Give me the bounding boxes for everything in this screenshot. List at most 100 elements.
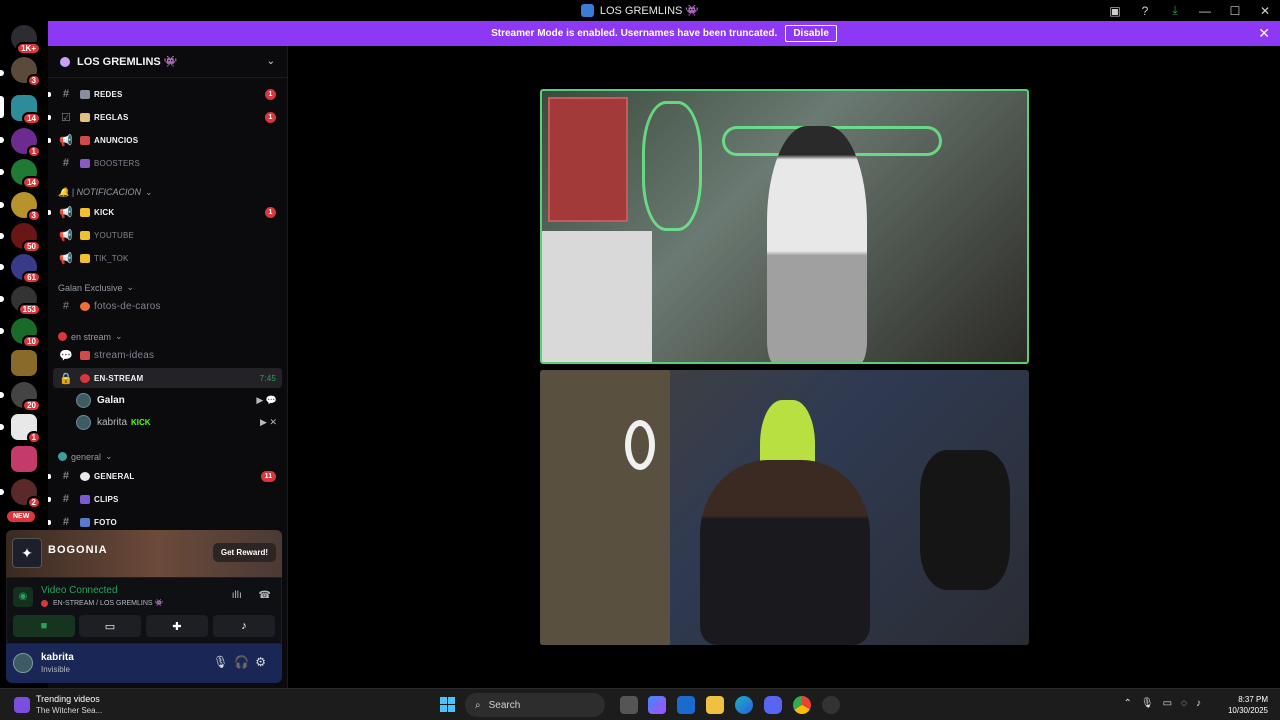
home-server-icon[interactable]: 1K+ [11,25,41,55]
help-icon[interactable]: ? [1130,4,1160,18]
category-general[interactable]: general ⌄ [58,451,113,462]
server-icon[interactable] [11,350,37,376]
channel-item[interactable]: # CLIPS [48,489,282,509]
category-galan-exclusive[interactable]: Galan Exclusive ⌄ [58,282,134,293]
channel-item[interactable]: 💬 stream-ideas [53,345,282,365]
edge-icon[interactable] [735,696,753,714]
video-tile[interactable] [540,370,1029,645]
maximize-button[interactable]: ☐ [1220,4,1250,18]
server-icon[interactable]: 14 [11,159,41,189]
volume-icon[interactable]: ♪ [1196,698,1210,709]
voice-user[interactable]: Galan ▶ 💬 [76,390,281,410]
voice-connection-panel: ◉ Video Connected EN-STREAM / LOS GREMLI… [6,577,282,644]
channel-name: REDES [94,89,123,99]
voice-location[interactable]: EN-STREAM / LOS GREMLINS 👾 [41,599,163,607]
category-notificacion[interactable]: 🔔 | NOTIFICACION ⌄ [58,187,153,198]
channel-item[interactable]: 📢 YOUTUBE [53,225,282,245]
voice-user[interactable]: kabrita KICK ▶ ✕ [76,412,281,432]
disconnect-icon[interactable]: ☎ [259,590,271,601]
server-icon[interactable]: 2 [11,479,41,509]
avatar[interactable] [13,653,33,673]
channel-item[interactable]: ☑ REGLAS 1 [48,107,282,127]
minimize-button[interactable]: — [1190,4,1220,18]
mention-badge: 1 [265,111,276,123]
clock[interactable]: 8:37 PM 10/30/2025 [1228,694,1268,716]
chair-decoration [920,450,1010,590]
banner-close-icon[interactable]: ✕ [1258,25,1270,42]
headphones-icon[interactable]: 🎧 [234,655,255,669]
channel-item[interactable]: # GENERAL 11 [48,466,282,486]
guild-header[interactable]: LOS GREMLINS 👾 ⌄ [48,46,287,78]
server-icon[interactable]: 10 [11,318,41,348]
promo-card: ✦ BOGONIA Get Reward! [6,530,282,577]
channel-emoji-icon [80,301,90,311]
channel-item[interactable]: 📢 KICK 1 [48,202,282,222]
door-decoration [540,370,670,645]
microphone-icon[interactable]: 🎙 [213,655,234,669]
server-icon[interactable]: 3 [11,192,41,222]
voice-channel-active[interactable]: 🔒 EN-STREAM 7:45 [53,368,282,388]
unread-indicator [48,91,51,97]
mail-icon[interactable] [677,696,695,714]
get-reward-button[interactable]: Get Reward! [212,543,276,562]
camera-icon: ■ [40,620,48,632]
microphone-icon[interactable]: 🎙 [1141,698,1163,709]
signal-icon[interactable]: ◉ [13,587,33,607]
widgets-icon [14,697,30,713]
server-icon[interactable]: 20 [11,382,41,412]
video-icon: ▶ ✕ [260,416,277,427]
hash-icon: # [62,157,70,169]
task-view-icon[interactable] [620,696,638,714]
gear-icon[interactable]: ⚙ [255,655,272,669]
soundboard-button[interactable]: ♪ [213,615,275,637]
channel-item[interactable]: 📢 TIK_TOK [53,248,282,268]
video-tile-speaking[interactable] [540,89,1029,364]
server-icon[interactable]: 1 [11,128,41,158]
file-explorer-icon[interactable] [706,696,724,714]
app-icon[interactable] [822,696,840,714]
start-button[interactable] [440,697,456,713]
unread-pill [0,169,4,175]
channel-name: FOTO [94,517,117,527]
camera-button[interactable]: ■ [13,615,75,637]
user-name[interactable]: kabrita [41,652,74,663]
channel-item[interactable]: # FOTO [48,512,282,532]
video-grid [289,46,1280,688]
channel-item[interactable]: 📢 ANUNCIOS [48,130,282,150]
server-icon[interactable]: 1 [11,414,41,444]
screen-share-button[interactable]: ▭ [79,615,141,637]
server-icon[interactable]: 61 [11,254,41,284]
channel-item[interactable]: # fotos-de-caros [53,296,282,316]
server-icon[interactable] [11,446,37,472]
activities-icon: ✚ [172,620,182,633]
chrome-icon[interactable] [793,696,811,714]
wifi-icon[interactable]: ◌ [1181,698,1196,709]
channel-item[interactable]: # BOOSTERS [53,153,282,173]
discord-icon[interactable] [764,696,782,714]
chevron-up-icon[interactable]: ⌃ [1124,698,1141,709]
copilot-icon[interactable] [648,696,666,714]
widgets-button[interactable]: Trending videos The Witcher Sea... [14,694,102,716]
server-icon-active[interactable]: 14 [11,95,41,125]
inbox-icon[interactable]: ▣ [1100,4,1130,18]
noise-suppression-icon[interactable]: ıllı [232,590,242,601]
download-icon[interactable]: ⤓ [1160,3,1190,18]
mention-badge: 11 [261,470,276,482]
chevron-down-icon[interactable]: ⌄ [267,56,275,67]
trend-subtitle: The Witcher Sea... [36,706,103,715]
category-en-stream[interactable]: en stream ⌄ [58,331,123,342]
server-icon[interactable]: 153 [11,286,41,316]
windows-taskbar: Trending videos The Witcher Sea... ⌕ Sea… [0,688,1280,720]
disable-streamer-mode-button[interactable]: Disable [785,25,837,42]
unread-pill [0,264,4,270]
activities-button[interactable]: ✚ [146,615,208,637]
display-icon[interactable]: ▭ [1163,698,1181,709]
channel-item[interactable]: # REDES 1 [48,84,282,104]
globe-icon [58,452,67,461]
taskbar-search[interactable]: ⌕ Search [465,693,605,717]
soundboard-icon: ♪ [241,620,247,632]
user-panel: kabrita Invisible 🎙🎧⚙ [6,644,282,683]
server-icon[interactable]: 3 [11,57,41,87]
close-button[interactable]: ✕ [1250,4,1280,18]
server-icon[interactable]: 50 [11,223,41,253]
